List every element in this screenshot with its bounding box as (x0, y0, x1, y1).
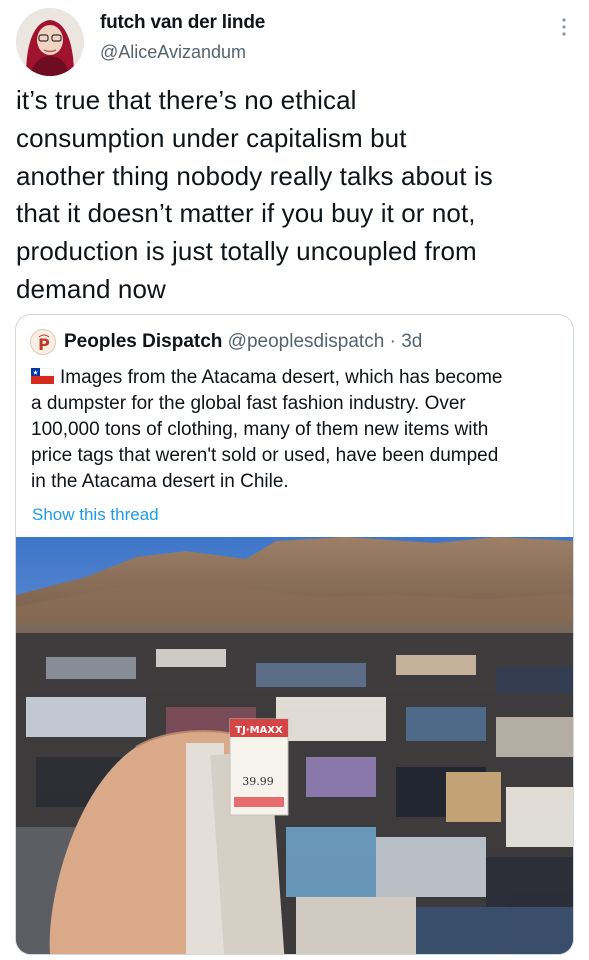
quoted-text-line: Images from the Atacama desert, which ha… (30, 365, 561, 391)
svg-text:P: P (38, 335, 50, 354)
chile-flag-icon (30, 366, 55, 384)
tweet-text-line: another thing nobody really talks about … (16, 160, 493, 191)
quoted-tweet-header: P Peoples Dispatch @peoplesdispatch · 3d (30, 329, 560, 357)
attached-photo[interactable]: TJ·MAXX 39.99 (16, 537, 573, 954)
price-tag-price: 39.99 (242, 775, 274, 788)
tweet-text-line: it’s true that there’s no ethical (16, 85, 357, 115)
author-handle[interactable]: @AliceAvizandum (100, 42, 265, 63)
quoted-text-line: a dumpster for the global fast fashion i… (31, 393, 466, 414)
quoted-text-line: price tags that weren't sold or used, ha… (31, 445, 499, 466)
quoted-text-line: in the Atacama desert in Chile. (31, 471, 289, 492)
author-names: futch van der linde @AliceAvizandum (100, 12, 265, 63)
price-tag-brand: TJ·MAXX (235, 725, 283, 736)
tweet-text-line: production is just totally uncoupled fro… (16, 236, 477, 267)
tweet-text-line: that it doesn’t matter if you buy it or … (16, 198, 476, 229)
tweet-header: futch van der linde @AliceAvizandum (14, 6, 579, 76)
tweet-text: it’s true that there’s no ethical consum… (16, 82, 581, 309)
avatar[interactable] (16, 8, 84, 76)
quoted-timestamp[interactable]: 3d (401, 331, 422, 352)
meta-separator: · (389, 331, 396, 352)
quoted-meta: Peoples Dispatch @peoplesdispatch · 3d (64, 331, 422, 353)
quoted-tweet-card[interactable]: P Peoples Dispatch @peoplesdispatch · 3d… (15, 314, 574, 955)
more-vertical-icon[interactable] (557, 16, 571, 38)
quoted-tweet-text: Images from the Atacama desert, which ha… (30, 365, 561, 495)
show-thread-link[interactable]: Show this thread (32, 505, 159, 525)
quoted-avatar[interactable]: P (30, 329, 56, 355)
tweet-text-line: consumption under capitalism but (16, 122, 407, 153)
quoted-text-line: 100,000 tons of clothing, many of them n… (31, 419, 489, 440)
quoted-handle[interactable]: @peoplesdispatch (228, 331, 385, 352)
author-display-name[interactable]: futch van der linde (100, 12, 265, 34)
quoted-display-name[interactable]: Peoples Dispatch (64, 331, 222, 352)
quoted-text-line-content: Images from the Atacama desert, which ha… (60, 367, 503, 388)
tweet-text-line: demand now (16, 273, 166, 304)
